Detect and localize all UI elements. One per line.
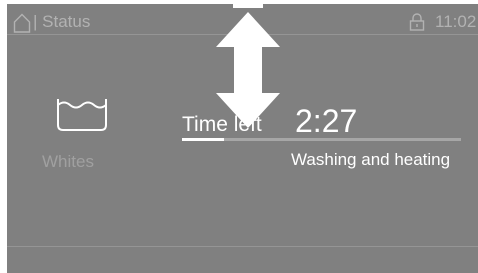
progress-fill xyxy=(182,138,224,141)
home-icon[interactable] xyxy=(13,13,31,33)
progress-bar xyxy=(182,138,461,141)
bottom-divider xyxy=(7,246,478,247)
vertical-swipe-arrow-icon xyxy=(216,4,280,128)
program-phase: Washing and heating xyxy=(291,150,451,169)
clock-time: 11:02 xyxy=(435,12,477,31)
status-title: | Status xyxy=(33,12,91,31)
program-label: Whites xyxy=(42,152,94,171)
padlock-icon xyxy=(409,13,425,31)
status-screen: | Status 11:02 Whites Time left 2:27 Was… xyxy=(7,4,478,273)
wash-tub-icon xyxy=(57,99,107,131)
time-left-value: 2:27 xyxy=(295,103,358,139)
